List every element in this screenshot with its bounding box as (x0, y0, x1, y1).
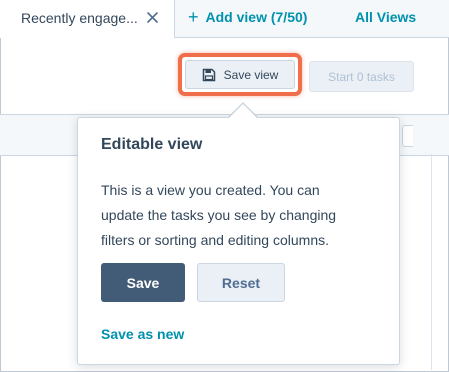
plus-icon: + (188, 7, 199, 27)
view-tab-bar: Recently engage... + Add view (7/50) All… (0, 0, 449, 38)
start-tasks-label: Start 0 tasks (328, 69, 395, 84)
column-divider (431, 154, 432, 370)
all-views-link[interactable]: All Views (355, 9, 416, 25)
popover-description-line: update the tasks you see by changing (101, 207, 337, 223)
add-view-label: Add view (7/50) (205, 9, 308, 25)
close-icon[interactable] (146, 11, 159, 24)
popover-title: Editable view (101, 136, 203, 153)
popover-description-line: filters or sorting and editing columns. (101, 232, 329, 248)
reset-button-label: Reset (221, 274, 261, 291)
tab-label: Recently engage... (21, 10, 138, 26)
save-button[interactable]: Save (101, 263, 185, 302)
reset-button[interactable]: Reset (197, 263, 285, 302)
floppy-disk-icon (202, 68, 215, 81)
popover-description: This is a view you created. You can upda… (101, 178, 386, 253)
save-view-label: Save view (223, 67, 279, 82)
add-view-button[interactable]: + Add view (7/50) (188, 7, 308, 27)
save-as-new-link[interactable]: Save as new (101, 326, 184, 342)
popover-caret (229, 104, 257, 118)
header-control[interactable] (402, 125, 413, 147)
start-tasks-button[interactable]: Start 0 tasks (309, 61, 414, 92)
save-button-label: Save (126, 274, 160, 291)
save-view-button[interactable]: Save view (185, 60, 295, 89)
tab-recently-engaged[interactable]: Recently engage... (0, 0, 175, 38)
popover-description-line: This is a view you created. You can (101, 182, 320, 198)
